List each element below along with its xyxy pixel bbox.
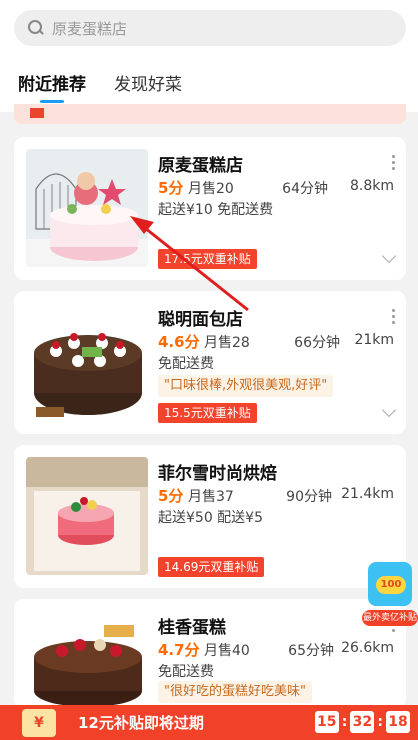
tab-discover[interactable]: 发现好菜 <box>114 70 182 95</box>
promo-tag: 14.69元双重补贴 <box>158 557 265 577</box>
countdown-timer: 15 : 32 : 18 <box>314 711 410 733</box>
promo-tag: 17.5元双重补贴 <box>158 249 257 269</box>
partially-hidden-banner[interactable] <box>14 104 406 124</box>
store-sales: 月售20 <box>188 181 234 197</box>
subsidy-expiry-bar[interactable]: ¥ 12元补贴即将过期 15 : 32 : 18 <box>0 705 418 740</box>
store-rating: 4.6分 <box>158 333 200 351</box>
promo-tag: 15.5元双重补贴 <box>158 403 257 423</box>
store-rating: 4.7分 <box>158 641 200 659</box>
store-distance: 8.8km <box>349 178 394 194</box>
delivery-info: 免配送费 <box>158 664 214 680</box>
chevron-down-icon[interactable] <box>381 248 397 264</box>
store-card[interactable]: 原麦蛋糕店 5分 月售20 64分钟 8.8km 起送¥10 免配送费 17.5… <box>14 137 406 280</box>
timer-hours: 15 <box>314 711 339 733</box>
store-name[interactable]: 聪明面包店 <box>158 305 243 330</box>
more-options-icon[interactable] <box>392 155 396 173</box>
store-distance: 21.4km <box>341 486 394 502</box>
delivery-time: 90分钟 <box>286 489 332 505</box>
timer-seconds: 18 <box>386 711 410 733</box>
delivery-time: 65分钟 <box>288 643 334 659</box>
store-image[interactable] <box>26 303 148 421</box>
search-bar[interactable]: 原麦蛋糕店 <box>14 10 406 46</box>
floating-badge-label: 最外卖亿补贴 <box>362 610 418 626</box>
store-image[interactable] <box>26 611 148 709</box>
banner-flag-icon <box>30 108 44 118</box>
delivery-time: 64分钟 <box>282 181 328 197</box>
chevron-down-icon[interactable] <box>381 402 397 418</box>
delivery-info: 免配送费 <box>158 356 214 372</box>
delivery-time: 66分钟 <box>294 335 340 351</box>
store-card[interactable]: 菲尔雪时尚烘焙 5分 月售37 90分钟 21.4km 起送¥50 配送¥5 1… <box>14 445 406 588</box>
top-header: 原麦蛋糕店 附近推荐 发现好菜 <box>0 0 418 112</box>
store-sales: 月售37 <box>188 489 234 505</box>
more-options-icon[interactable] <box>392 309 396 327</box>
store-name[interactable]: 菲尔雪时尚烘焙 <box>158 459 277 484</box>
store-distance: 21km <box>354 332 394 348</box>
floating-promo-badge[interactable]: 最外卖亿补贴 <box>362 560 418 628</box>
store-name[interactable]: 原麦蛋糕店 <box>158 151 243 176</box>
review-quote: "很好吃的蛋糕好吃美味" <box>158 681 312 703</box>
subsidy-message: 12元补贴即将过期 <box>78 714 204 732</box>
gift-bag-icon <box>368 562 412 606</box>
store-rating: 5分 <box>158 487 184 505</box>
search-icon <box>28 20 44 36</box>
store-card[interactable]: 桂香蛋糕 4.7分 月售40 65分钟 26.6km 免配送费 "很好吃的蛋糕好… <box>14 599 406 709</box>
search-input[interactable]: 原麦蛋糕店 <box>52 18 127 39</box>
store-distance: 26.6km <box>341 640 394 656</box>
store-card[interactable]: 聪明面包店 4.6分 月售28 66分钟 21km 免配送费 "口味很棒,外观很… <box>14 291 406 434</box>
timer-minutes: 32 <box>350 711 375 733</box>
tab-nearby[interactable]: 附近推荐 <box>18 70 86 103</box>
store-sales: 月售28 <box>204 335 250 351</box>
review-quote: "口味很棒,外观很美观,好评" <box>158 375 334 397</box>
tab-bar: 附近推荐 发现好菜 <box>18 70 182 103</box>
store-image[interactable] <box>26 149 148 267</box>
coupon-icon: ¥ <box>22 709 56 737</box>
delivery-info: 起送¥50 配送¥5 <box>158 510 263 526</box>
delivery-info: 起送¥10 免配送费 <box>158 202 274 218</box>
store-name[interactable]: 桂香蛋糕 <box>158 613 226 638</box>
store-sales: 月售40 <box>204 643 250 659</box>
store-rating: 5分 <box>158 179 184 197</box>
store-image[interactable] <box>26 457 148 575</box>
